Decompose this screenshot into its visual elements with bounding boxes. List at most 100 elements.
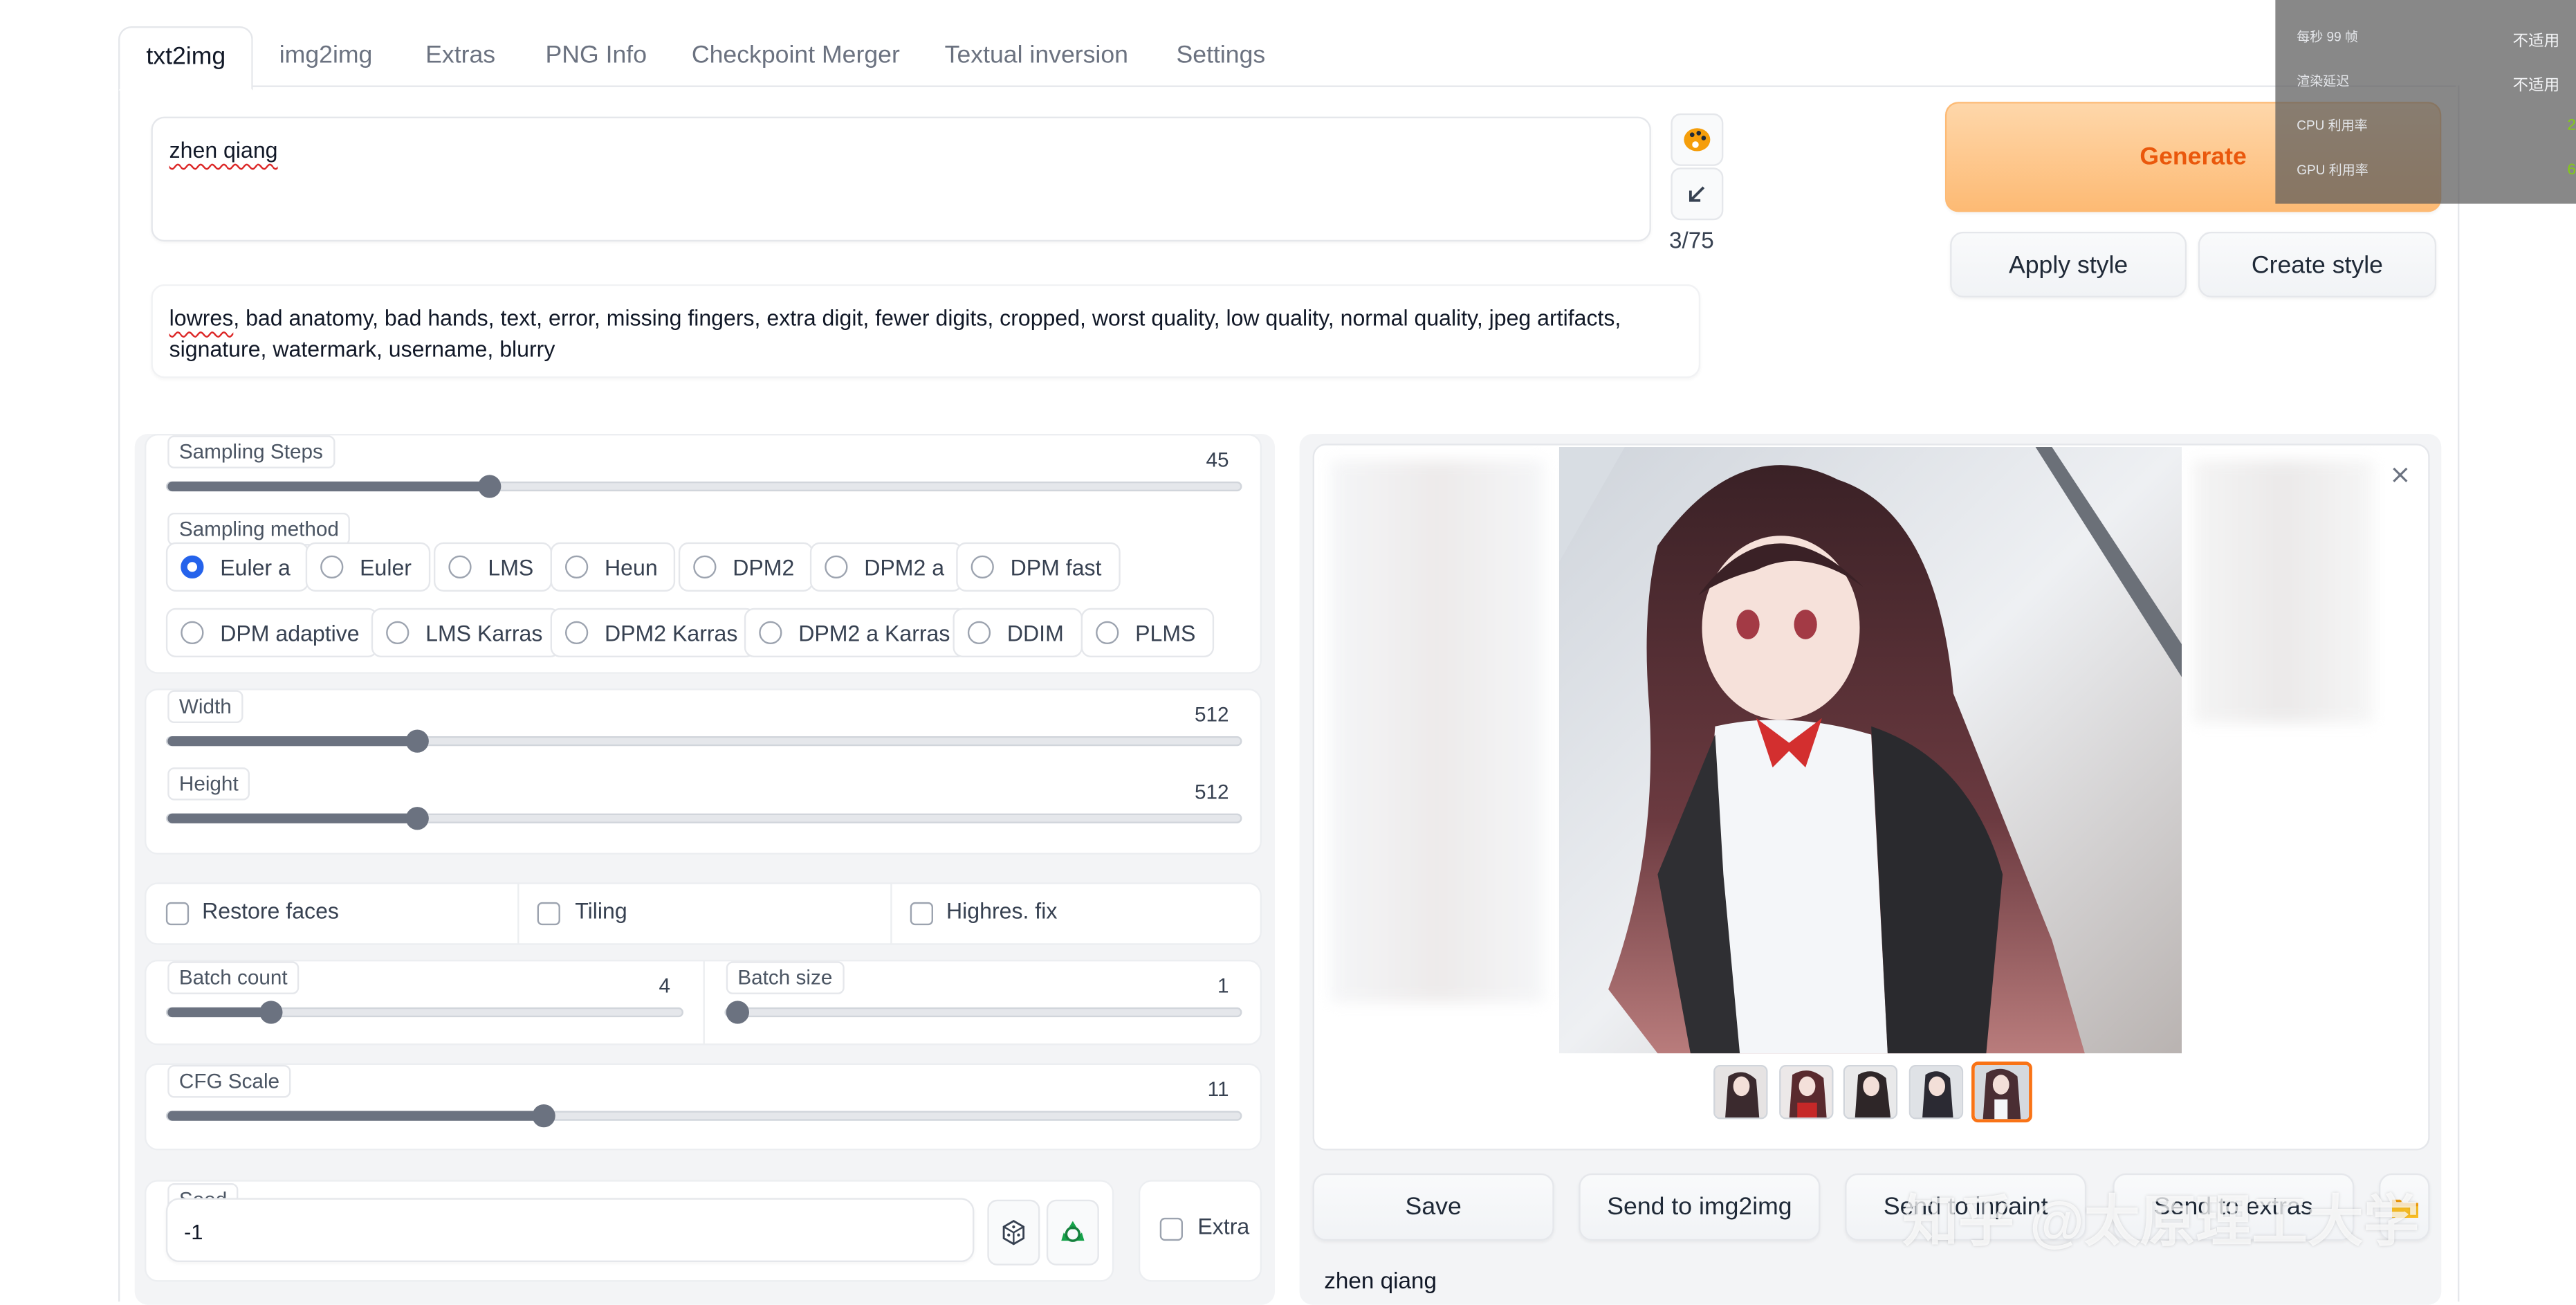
highres-fix-checkbox[interactable]: [910, 902, 933, 926]
sampling-steps-label: Sampling Steps: [167, 435, 335, 468]
radio-lms[interactable]: LMS: [434, 542, 552, 592]
negative-prompt-first-word: lowres: [169, 305, 234, 331]
negative-prompt-text: lowres, bad anatomy, bad hands, text, er…: [169, 306, 1621, 362]
prompt-echo: zhen qiang: [1324, 1267, 1437, 1294]
radio-dot: [1096, 621, 1119, 644]
negative-prompt-input[interactable]: lowres, bad anatomy, bad hands, text, er…: [151, 284, 1701, 378]
extra-checkbox[interactable]: [1159, 1217, 1183, 1241]
radio-dot: [181, 555, 204, 578]
seed-input[interactable]: -1: [165, 1198, 975, 1262]
prompt-text: zhen qiang: [169, 138, 278, 163]
dice-icon[interactable]: [987, 1199, 1040, 1266]
batch-size-slider[interactable]: [724, 1001, 1242, 1024]
radio-lms-karras[interactable]: LMS Karras: [371, 608, 561, 657]
radio-dot: [448, 555, 472, 578]
recycle-icon[interactable]: [1046, 1199, 1099, 1266]
height-slider[interactable]: [165, 807, 1242, 830]
slider-thumb[interactable]: [477, 475, 502, 498]
radio-label: LMS Karras: [425, 620, 543, 646]
radio-dpm-fast[interactable]: DPM fast: [956, 542, 1120, 592]
tiling-checkbox[interactable]: [537, 902, 560, 926]
cfg-scale-slider[interactable]: [165, 1104, 1242, 1128]
radio-label: DDIM: [1006, 620, 1064, 646]
radio-label: Euler a: [220, 554, 291, 580]
radio-dot: [386, 621, 410, 644]
restore-faces-checkbox[interactable]: [165, 902, 190, 926]
sampling-steps-slider[interactable]: [165, 475, 1242, 498]
radio-label: DPM fast: [1010, 554, 1102, 580]
radio-label: DPM2 Karras: [605, 620, 738, 646]
cfg-scale-label: CFG Scale: [167, 1065, 291, 1098]
thumbnail-4[interactable]: [1908, 1065, 1964, 1120]
apply-style-button[interactable]: Apply style: [1950, 231, 2187, 298]
radio-dot: [967, 621, 991, 644]
overlay-row-fps: 每秒 99 帧不适用: [2297, 29, 2560, 51]
radio-dpm2-karras[interactable]: DPM2 Karras: [550, 608, 756, 657]
width-label: Width: [167, 690, 243, 723]
slider-thumb[interactable]: [259, 1001, 282, 1024]
batch-size-value: 1: [1217, 974, 1229, 998]
save-button[interactable]: Save: [1312, 1173, 1554, 1241]
radio-heun[interactable]: Heun: [550, 542, 676, 592]
radio-dot: [759, 621, 782, 644]
radio-dot: [320, 555, 344, 578]
radio-label: Euler: [360, 554, 412, 580]
slider-fill: [167, 481, 490, 492]
radio-euler-a[interactable]: Euler a: [165, 542, 309, 592]
tab-settings[interactable]: Settings: [1150, 26, 1292, 86]
width-slider[interactable]: [165, 729, 1242, 753]
sampling-method-label: Sampling method: [167, 513, 351, 546]
palette-icon[interactable]: [1671, 113, 1724, 166]
token-counter: 3/75: [1669, 226, 1714, 253]
divider: [890, 882, 892, 945]
radio-plms[interactable]: PLMS: [1080, 608, 1214, 657]
batch-count-value: 4: [659, 974, 670, 998]
watermark: 知乎 @太原理工大学: [1902, 1191, 2420, 1254]
overlay-row-cpu: CPU 利用率 2: [2297, 116, 2576, 135]
radio-dot: [565, 555, 589, 578]
tab-img2img[interactable]: img2img: [253, 26, 399, 86]
extra-label: Extra: [1197, 1214, 1250, 1239]
radio-label: DPM2: [733, 554, 795, 580]
radio-dpm-adaptive[interactable]: DPM adaptive: [165, 608, 378, 657]
radio-dpm2-a[interactable]: DPM2 a: [809, 542, 963, 592]
thumbnail-3[interactable]: [1843, 1065, 1898, 1120]
cfg-scale-value: 11: [1207, 1078, 1229, 1102]
tab-textual-inversion[interactable]: Textual inversion: [919, 26, 1154, 86]
create-style-button[interactable]: Create style: [2198, 231, 2437, 298]
send-to-img2img-button[interactable]: Send to img2img: [1579, 1173, 1821, 1241]
blurred-preview-left: [1330, 460, 1545, 1003]
height-value: 512: [1194, 781, 1229, 804]
close-icon[interactable]: [2386, 460, 2416, 490]
tab-txt2img[interactable]: txt2img: [118, 26, 254, 91]
radio-euler[interactable]: Euler: [305, 542, 430, 592]
overlay-row-gpu: GPU 利用率 6: [2297, 161, 2576, 179]
radio-ddim[interactable]: DDIM: [953, 608, 1082, 657]
thumbnail-1[interactable]: [1713, 1065, 1768, 1120]
prompt-input[interactable]: zhen qiang: [151, 116, 1651, 242]
slider-fill: [167, 1007, 270, 1018]
radio-label: DPM adaptive: [220, 620, 360, 646]
radio-dot: [970, 555, 994, 578]
radio-label: DPM2 a: [864, 554, 945, 580]
thumbnail-5[interactable]: [1971, 1061, 2032, 1123]
generated-image[interactable]: [1558, 447, 2182, 1054]
radio-label: Heun: [605, 554, 658, 580]
slider-thumb[interactable]: [726, 1001, 749, 1024]
radio-dpm2[interactable]: DPM2: [678, 542, 813, 592]
tab-checkpoint-merger[interactable]: Checkpoint Merger: [665, 26, 926, 86]
tab-extras[interactable]: Extras: [399, 26, 522, 86]
batch-count-label: Batch count: [167, 961, 300, 994]
radio-dpm2-a-karras[interactable]: DPM2 a Karras: [744, 608, 968, 657]
cfg-panel: [145, 1063, 1262, 1151]
slider-fill: [167, 736, 418, 747]
arrow-icon[interactable]: [1671, 167, 1724, 221]
radio-label: DPM2 a Karras: [798, 620, 950, 646]
tab-png-info[interactable]: PNG Info: [519, 26, 674, 86]
performance-overlay: 每秒 99 帧不适用 渲染延迟 不适用 CPU 利用率 2 GPU 利用率 6: [2275, 0, 2576, 204]
divider: [517, 882, 519, 945]
seed-value: -1: [184, 1219, 203, 1244]
negative-prompt-rest: , bad anatomy, bad hands, text, error, m…: [169, 305, 1621, 362]
thumbnail-2[interactable]: [1779, 1065, 1834, 1120]
batch-count-slider[interactable]: [165, 1001, 683, 1024]
